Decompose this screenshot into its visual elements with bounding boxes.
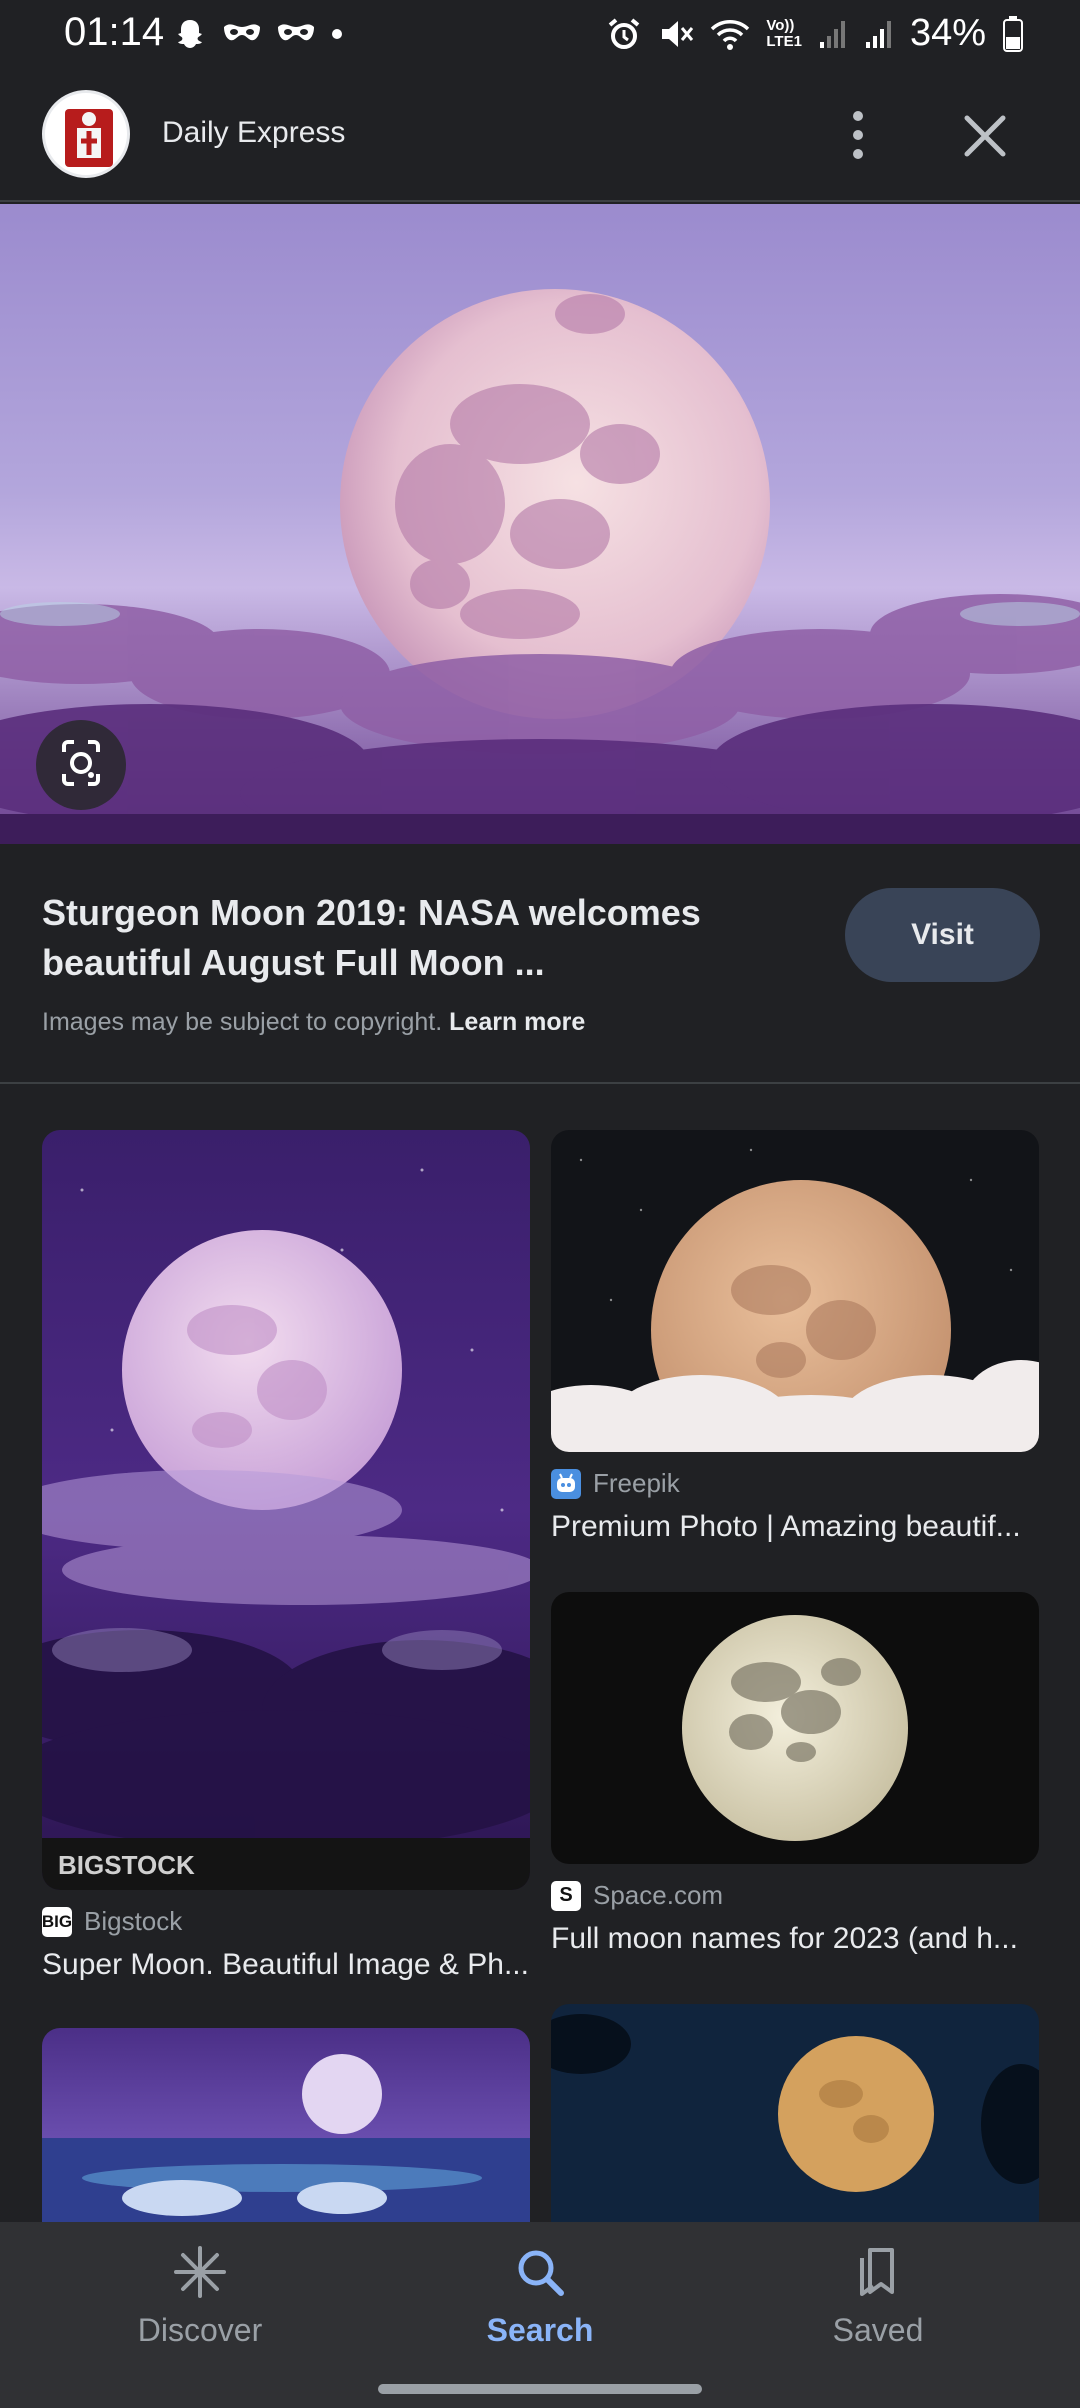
result-source-bigstock[interactable]: BIG Bigstock [42,1906,182,1937]
battery-icon [1003,15,1023,52]
full-moon-photo-image [551,1592,1039,1864]
dot-icon [332,29,342,39]
source-name: Freepik [593,1468,680,1498]
site-name[interactable]: Daily Express [162,116,345,150]
bookmark-icon [860,2248,894,2296]
result-caption[interactable]: Super Moon. Beautiful Image & Ph... [42,1948,530,1982]
result-image-bigstock[interactable]: BIGSTOCK [42,1130,530,1890]
result-caption[interactable]: Full moon names for 2023 (and h... [551,1922,1039,1956]
source-name: Space.com [593,1880,724,1910]
battery-percent: 34% [909,12,986,54]
bigstock-watermark: BIGSTOCK [58,1850,195,1880]
bottom-navigation: Discover Search Saved [0,2222,1080,2408]
nav-discover[interactable]: Discover [90,2246,310,2349]
result-source-spacecom[interactable]: S Space.com [551,1880,723,1911]
purple-supermoon-image: BIGSTOCK [42,1130,530,1890]
mask-icon [224,24,260,41]
mask-icon [278,24,314,41]
home-indicator[interactable] [378,2384,702,2394]
snapchat-icon [178,20,202,48]
result-caption[interactable]: Premium Photo | Amazing beautif... [551,1510,1039,1544]
daily-express-crusader-icon [65,109,113,167]
source-name: Bigstock [84,1906,183,1936]
network-label: Vo)) LTE1 [766,16,802,50]
nav-saved-label: Saved [832,2312,924,2348]
result-image-freepik[interactable] [551,1130,1039,1452]
result-image-moon-trees[interactable] [551,2004,1039,2222]
signal-icon [819,20,845,48]
notification-icons [172,16,344,52]
alarm-icon [609,17,640,49]
spacecom-icon: S [551,1880,581,1911]
nav-saved[interactable]: Saved [768,2246,988,2349]
full-moon-image [0,204,1080,844]
visit-button[interactable]: Visit [845,888,1040,982]
copyright-text: Images may be subject to copyright. [42,1008,443,1036]
result-info-panel: Sturgeon Moon 2019: NASA welcomes beauti… [0,846,1080,1084]
lte-label: LTE1 [766,32,802,50]
google-lens-button[interactable] [36,720,126,810]
site-logo[interactable] [42,90,130,178]
signal-icon [865,20,891,48]
status-bar: 01:14 Vo)) LTE1 34% [0,0,1080,68]
sparkle-icon [174,2246,226,2298]
volte-label: Vo)) [766,16,795,34]
result-title[interactable]: Sturgeon Moon 2019: NASA welcomes beauti… [42,888,812,988]
search-icon [518,2250,564,2296]
moon-over-clouds-image [551,1130,1039,1452]
close-button[interactable] [950,108,1020,164]
viewer-header: Daily Express [0,68,1080,202]
system-icons: Vo)) LTE1 34% [606,12,1024,55]
bigstock-icon: BIG [42,1906,72,1937]
moon-through-trees-image [551,2004,1039,2222]
main-image[interactable] [0,204,1080,844]
status-time: 01:14 [64,10,165,54]
freepik-logo-icon [557,1473,575,1492]
learn-more-link[interactable]: Learn more [449,1008,585,1036]
nav-discover-label: Discover [137,2312,263,2348]
result-image-spacecom[interactable] [551,1592,1039,1864]
nav-search-label: Search [486,2312,594,2348]
lens-icon [62,740,100,786]
wifi-icon [711,19,750,50]
freepik-icon [551,1468,581,1499]
moon-over-lake-image [42,2028,530,2222]
more-vert-icon [853,111,863,159]
result-source-freepik[interactable]: Freepik [551,1468,680,1499]
nav-search[interactable]: Search [430,2246,650,2349]
copyright-notice: Images may be subject to copyright. Lear… [42,1008,585,1037]
result-image-moon-lake[interactable] [42,2028,530,2222]
mute-icon [662,20,694,47]
close-icon [964,115,1006,157]
more-options-button[interactable] [830,100,886,170]
